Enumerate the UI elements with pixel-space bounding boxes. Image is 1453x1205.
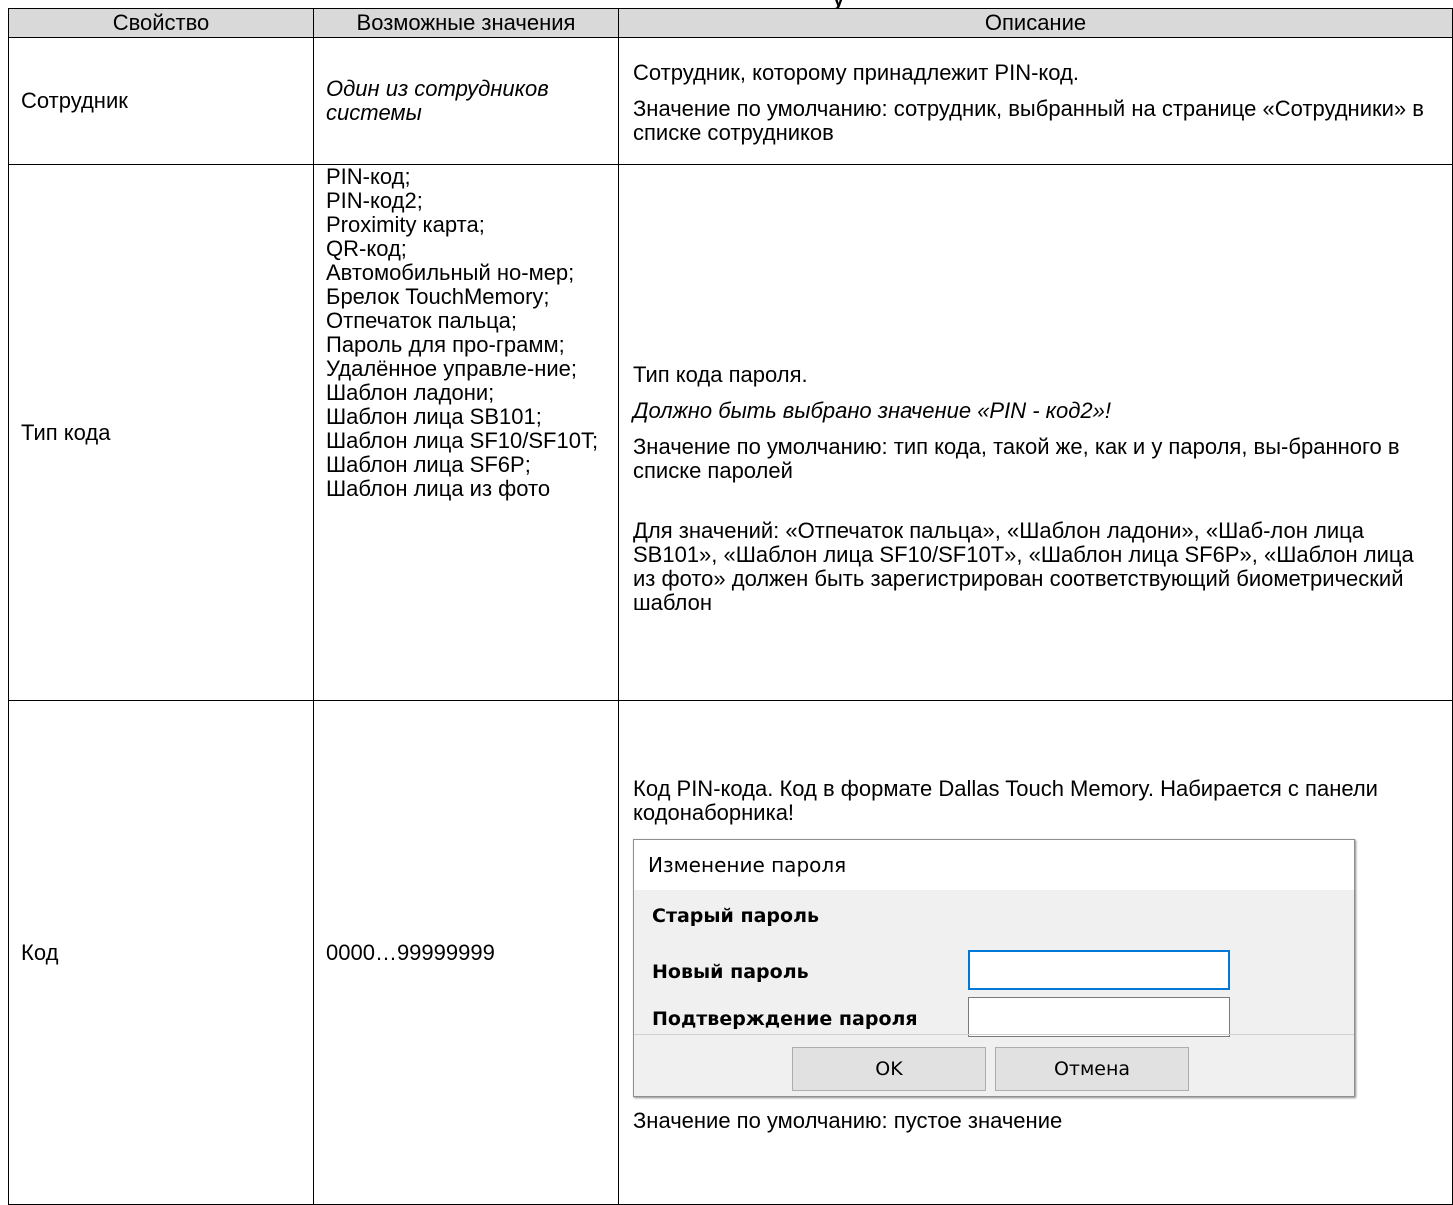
cancel-button[interactable]: Отмена — [995, 1046, 1189, 1091]
header-property: Свойство — [8, 8, 314, 38]
description-cell: Тип кода пароля. Должно быть выбрано зна… — [618, 164, 1453, 701]
property-name: Сотрудник — [8, 37, 314, 165]
old-password-label: Старый пароль — [652, 904, 820, 927]
list-item: Автомобильный но-мер; — [326, 260, 575, 285]
list-item: Шаблон лица SF6P; — [326, 452, 531, 477]
table-row: Сотрудник Один из сотрудников системы Со… — [8, 37, 1453, 165]
description-paragraph: Значение по умолчанию: пустое значение — [633, 1107, 1063, 1133]
list-item: Proximity карта; — [326, 212, 485, 237]
header-possible-values: Возможные значения — [313, 8, 619, 38]
list-item: Шаблон лица SB101; — [326, 404, 542, 429]
properties-table: Свойство Возможные значения Описание Сот… — [8, 8, 1453, 1205]
property-name: Код — [8, 700, 314, 1205]
description-paragraph: Для значений: «Отпечаток пальца», «Шабло… — [633, 517, 1414, 615]
description-paragraph: Сотрудник, которому принадлежит PIN-код. — [633, 60, 1079, 85]
possible-values: 0000…99999999 — [313, 700, 619, 1205]
description-cell: Сотрудник, которому принадлежит PIN-код.… — [618, 37, 1453, 165]
possible-values: PIN-код; PIN-код2; Proximity карта; QR-к… — [313, 164, 619, 701]
list-item: Шаблон лица из фото — [326, 476, 551, 501]
list-item: PIN-код; — [326, 164, 411, 189]
description-cell: Код PIN-кода. Код в формате Dallas Touch… — [618, 700, 1453, 1205]
change-password-dialog: Изменение пароля Старый пароль Новый пар… — [633, 838, 1355, 1097]
new-password-label: Новый пароль — [652, 960, 809, 983]
list-item: Шаблон ладони; — [326, 380, 495, 405]
header-description: Описание — [618, 8, 1453, 38]
ok-button[interactable]: OK — [792, 1046, 986, 1091]
description-paragraph: Код PIN-кода. Код в формате Dallas Touch… — [633, 775, 1378, 825]
list-item: Пароль для про-грамм; — [326, 332, 565, 357]
list-item: Шаблон лица SF10/SF10T; — [326, 428, 599, 453]
property-name: Тип кода — [8, 164, 314, 701]
page-top-fragment-text: у — [833, 0, 844, 8]
description-paragraph: Тип кода пароля. — [633, 361, 808, 387]
table-header-row: Свойство Возможные значения Описание — [8, 8, 1453, 38]
list-item: Отпечаток пальца; — [326, 308, 518, 333]
confirm-password-label: Подтверждение пароля — [652, 1007, 918, 1030]
code-type-list: PIN-код; PIN-код2; Proximity карта; QR-к… — [326, 165, 608, 501]
list-item: PIN-код2; — [326, 188, 423, 213]
possible-values: Один из сотрудников системы — [313, 37, 619, 165]
dialog-footer: OK Отмена — [634, 1033, 1354, 1097]
new-password-input[interactable] — [968, 949, 1230, 990]
list-item: Удалённое управле-ние; — [326, 356, 578, 381]
description-paragraph: Значение по умолчанию: тип кода, такой ж… — [633, 433, 1400, 483]
confirm-password-input[interactable] — [968, 996, 1230, 1037]
dialog-title: Изменение пароля — [634, 839, 1354, 890]
page-top-text-fragment: у — [0, 0, 1453, 8]
description-warning: Должно быть выбрано значение «PIN - код2… — [633, 397, 1112, 423]
list-item: QR-код; — [326, 236, 407, 261]
list-item: Брелок TouchMemory; — [326, 284, 550, 309]
table-row: Тип кода PIN-код; PIN-код2; Proximity ка… — [8, 164, 1453, 701]
description-paragraph: Значение по умолчанию: сотрудник, выбран… — [633, 96, 1424, 145]
table-row: Код 0000…99999999 Код PIN-кода. Код в фо… — [8, 700, 1453, 1205]
